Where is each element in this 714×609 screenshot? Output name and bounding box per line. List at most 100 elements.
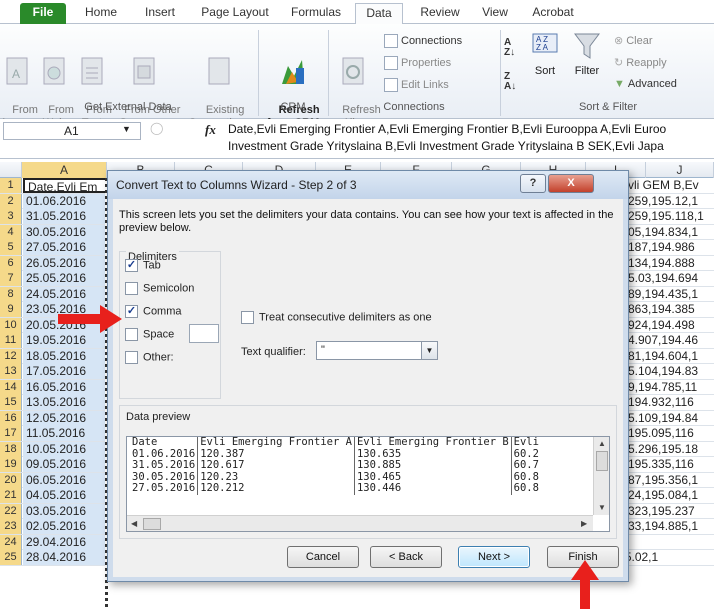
cell-a[interactable]: 12.05.2016 [23,410,107,426]
data-preview-box[interactable]: Date Evli Emerging Frontier A Evli Emergin… [126,436,610,532]
cell-a[interactable]: 24.05.2016 [23,286,107,302]
scroll-thumb[interactable] [596,451,608,471]
select-all-corner[interactable] [0,162,22,178]
insert-function-button[interactable]: fx [205,122,216,138]
next-button[interactable]: Next > [458,546,530,568]
cell-j[interactable]: 259,195.12,1 [628,194,714,209]
edit-links-button[interactable]: Edit Links [384,78,449,92]
row-number[interactable]: 19 [0,457,22,472]
scroll-thumb[interactable] [143,518,161,530]
cell-a[interactable]: 13.05.2016 [23,395,107,410]
sort-a-z-button[interactable]: A Z↓ [504,38,515,58]
row-number[interactable]: 15 [0,395,22,410]
sort-z-a-button[interactable]: Z A↓ [504,72,516,92]
close-button[interactable]: X [548,174,594,193]
cell-a[interactable]: 16.05.2016 [23,379,107,395]
cancel-button[interactable]: Cancel [287,546,359,568]
cell-j[interactable]: 5.104,194.83 [628,364,714,379]
name-box[interactable]: A1 [3,122,141,140]
treat-consecutive-checkbox[interactable]: Treat consecutive delimiters as one [241,311,432,324]
cell-a[interactable]: 30.05.2016 [23,224,107,240]
tab-checkbox[interactable]: ✓ Tab [125,259,161,272]
cell-a[interactable]: 28.04.2016 [23,550,107,565]
cell-a[interactable]: 20.05.2016 [23,317,107,333]
cell-a[interactable]: 18.05.2016 [23,348,107,364]
row-number[interactable]: 18 [0,441,22,457]
cell-j[interactable]: 323,195.237 [628,504,714,519]
scroll-right-icon[interactable]: ▶ [581,519,587,528]
row-number[interactable]: 25 [0,550,22,565]
cell-j[interactable]: 863,194.385 [628,302,714,317]
text-qualifier-select[interactable]: " ▼ [316,341,438,360]
cell-a[interactable]: 31.05.2016 [23,209,107,224]
tab-home[interactable]: Home [76,3,126,24]
formula-content[interactable]: Date,Evli Emerging Frontier A,Evli Emerg… [228,121,712,155]
cell-j[interactable]: 259,195.118,1 [628,209,714,224]
cell-j[interactable]: 194.932,116 [628,395,714,410]
scroll-up-icon[interactable]: ▲ [598,439,606,448]
sort-button[interactable]: A ZZ A Sort [526,30,564,78]
row-number[interactable]: 11 [0,333,22,348]
help-button[interactable]: ? [520,174,546,193]
connections-button[interactable]: Connections [384,34,462,48]
properties-button[interactable]: Properties [384,56,451,70]
tab-file[interactable]: File [20,3,66,24]
cell-j[interactable]: 5.03,194.694 [628,271,714,286]
column-header-cell[interactable]: A [22,162,107,178]
cell-j[interactable]: 4.907,194.46 [628,333,714,348]
cell-j[interactable]: 187,194.986 [628,240,714,255]
checkbox-box[interactable] [125,328,138,341]
cell-a[interactable]: 01.06.2016 [23,193,107,209]
cell-a[interactable]: 04.05.2016 [23,488,107,503]
row-number[interactable]: 10 [0,317,22,333]
cell-j[interactable]: 134,194.888 [628,256,714,271]
scroll-left-icon[interactable]: ◀ [131,519,137,528]
row-number[interactable]: 13 [0,364,22,379]
row-number[interactable]: 23 [0,519,22,534]
row-number[interactable]: 17 [0,426,22,441]
cell-a[interactable]: 02.05.2016 [23,519,107,534]
tab-page-layout[interactable]: Page Layout [194,3,276,24]
other-delimiter-input[interactable] [189,324,219,343]
cell-j[interactable]: 89,194.435,1 [628,287,714,302]
tab-view[interactable]: View [474,3,516,24]
row-number[interactable]: 5 [0,240,22,255]
cell-j[interactable]: 9,194.785,11 [628,380,714,395]
dialog-title-bar[interactable]: Convert Text to Columns Wizard - Step 2 … [108,171,628,199]
other-checkbox[interactable]: Other: [125,351,174,364]
back-button[interactable]: < Back [370,546,442,568]
cell-a[interactable]: 26.05.2016 [23,255,107,271]
row-number[interactable]: 3 [0,209,22,224]
cell-a[interactable]: 29.04.2016 [23,534,107,550]
cell-j[interactable]: 33,194.885,1 [628,519,714,534]
cell-a[interactable]: 09.05.2016 [23,457,107,472]
cell-j[interactable]: 5.109,194.84 [628,411,714,426]
tab-insert[interactable]: Insert [134,3,186,24]
advanced-filter-button[interactable]: ▼ Advanced [614,78,677,90]
row-number[interactable]: 2 [0,193,22,209]
row-number[interactable]: 24 [0,534,22,550]
row-number[interactable]: 21 [0,488,22,503]
cell-j[interactable]: 87,195.356,1 [628,473,714,488]
cell-a[interactable]: 03.05.2016 [23,503,107,519]
row-number[interactable]: 7 [0,271,22,286]
cell-a[interactable]: 27.05.2016 [23,240,107,255]
row-number[interactable]: 14 [0,379,22,395]
chevron-down-icon[interactable]: ▼ [421,342,437,359]
finish-button[interactable]: Finish [547,546,619,568]
column-header-cell[interactable]: J [646,162,714,178]
cell-j[interactable]: 81,194.604,1 [628,349,714,364]
cell-j[interactable]: vli GEM B,Ev [628,178,714,193]
tab-review[interactable]: Review [412,3,468,24]
cell-a[interactable]: 11.05.2016 [23,426,107,441]
row-number[interactable]: 12 [0,348,22,364]
row-number[interactable]: 8 [0,286,22,302]
checkbox-box[interactable] [125,282,138,295]
cell-j[interactable]: 195.095,116 [628,426,714,441]
cell-a[interactable]: 06.05.2016 [23,472,107,488]
comma-checkbox[interactable]: ✓ Comma [125,305,182,318]
scroll-down-icon[interactable]: ▼ [598,503,606,512]
cell-a[interactable]: Date,Evli Em [23,178,107,193]
cell-j[interactable]: 924,194.498 [628,318,714,333]
horizontal-scrollbar[interactable]: ◀ ▶ [127,515,593,531]
